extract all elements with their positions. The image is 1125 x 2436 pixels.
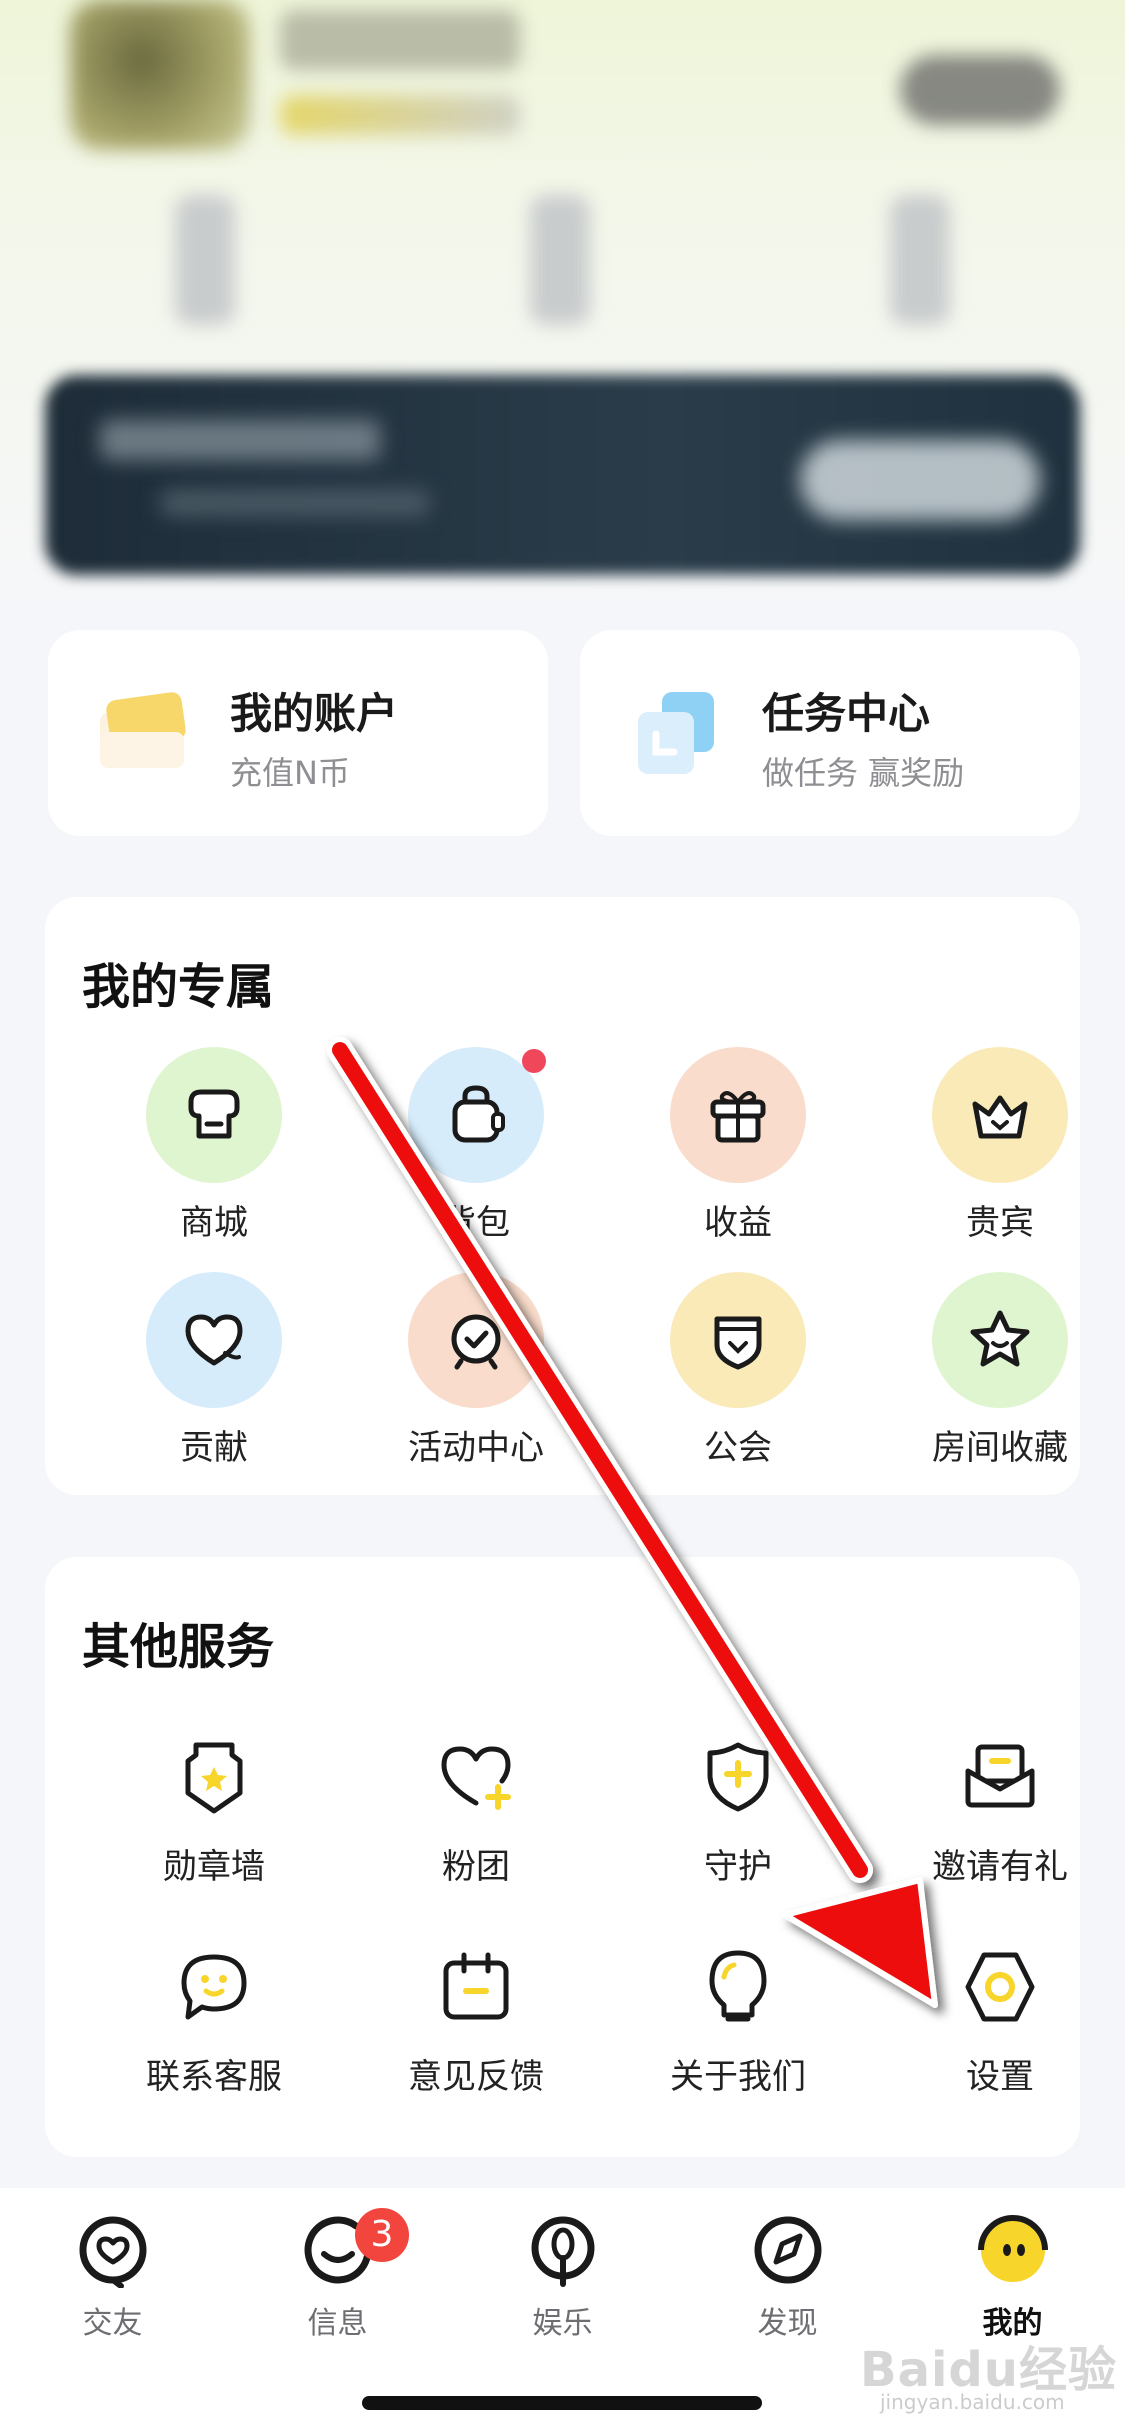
- task-center-card[interactable]: 任务中心 做任务 赢奖励: [580, 630, 1080, 836]
- exclusive-item-shop[interactable]: 商城: [84, 1047, 344, 1244]
- tab-messages[interactable]: 信息 3: [225, 2208, 450, 2342]
- user-avatar[interactable]: [70, 0, 250, 150]
- service-item-invite[interactable]: 邀请有礼: [870, 1727, 1125, 1888]
- tab-label: 娱乐: [532, 2306, 593, 2341]
- service-item-label: 邀请有礼: [932, 1847, 1068, 1887]
- my-account-title: 我的账户: [230, 689, 399, 738]
- baidu-watermark-url: jingyan.baidu.com: [880, 2390, 1065, 2414]
- medal-icon: [185, 1742, 243, 1814]
- stat-fans-blurred[interactable]: [530, 195, 590, 325]
- shop-icon: [188, 1089, 240, 1139]
- heart-icon: [185, 1314, 243, 1366]
- exclusive-item-label: 公会: [704, 1428, 772, 1468]
- settings-hexagon-icon: [965, 1952, 1035, 2022]
- service-item-label: 设置: [966, 2057, 1034, 2097]
- service-item-feedback[interactable]: 意见反馈: [346, 1937, 606, 2098]
- other-services-title: 其他服务: [82, 1619, 275, 1675]
- stat-following-blurred[interactable]: [175, 195, 235, 325]
- my-account-card[interactable]: 我的账户 充值N币: [48, 630, 548, 836]
- task-center-subtitle: 做任务 赢奖励: [762, 754, 965, 792]
- exclusive-section: 我的专属 商城 背包 收益 贵宾 贡献 活动中心 公会 房间收藏: [45, 897, 1080, 1495]
- exclusive-section-title: 我的专属: [82, 959, 275, 1015]
- feedback-calendar-icon: [443, 1952, 509, 2020]
- tab-me[interactable]: 我的: [900, 2212, 1125, 2342]
- exclusive-item-earnings[interactable]: 收益: [608, 1047, 868, 1244]
- home-indicator[interactable]: [362, 2396, 762, 2410]
- fan-heart-icon: [441, 1746, 511, 1810]
- service-item-label: 守护: [704, 1847, 772, 1887]
- exclusive-item-label: 贡献: [180, 1428, 248, 1468]
- exclusive-item-room-favorites[interactable]: 房间收藏: [870, 1272, 1125, 1469]
- tab-label: 信息: [307, 2306, 368, 2341]
- compass-icon: [754, 2216, 821, 2284]
- exclusive-item-label: 房间收藏: [932, 1428, 1068, 1468]
- profile-face-icon: [977, 2215, 1048, 2282]
- my-account-subtitle: 充值N币: [230, 754, 350, 792]
- exclusive-item-guild[interactable]: 公会: [608, 1272, 868, 1469]
- user-name-blurred: [280, 10, 520, 70]
- tab-label: 交友: [82, 2306, 143, 2341]
- tab-friends[interactable]: 交友: [0, 2212, 225, 2342]
- banner-action-button[interactable]: [800, 440, 1040, 520]
- chat-bubble-icon: [181, 1954, 247, 2020]
- other-services-section: 其他服务 勋章墙 粉团 守护 邀请有礼 联系客服 意见反馈 关于我们 设置: [45, 1557, 1080, 2157]
- crown-icon: [972, 1095, 1028, 1139]
- service-item-label: 联系客服: [146, 2057, 282, 2097]
- lightbulb-icon: [709, 1950, 767, 2022]
- exclusive-item-label: 贵宾: [966, 1203, 1034, 1243]
- exclusive-item-label: 活动中心: [408, 1428, 544, 1468]
- service-item-label: 粉团: [442, 1847, 510, 1887]
- task-center-title: 任务中心: [762, 689, 931, 738]
- exclusive-item-label: 收益: [704, 1203, 772, 1243]
- guild-badge-icon: [714, 1316, 762, 1370]
- task-docs-icon: [626, 682, 726, 782]
- activity-clock-icon: [451, 1314, 501, 1370]
- service-item-customer-service[interactable]: 联系客服: [84, 1937, 344, 2098]
- service-item-medal-wall[interactable]: 勋章墙: [84, 1727, 344, 1888]
- unread-count-badge: 3: [355, 2208, 409, 2262]
- gift-box-icon: [710, 1091, 766, 1143]
- tab-entertainment[interactable]: 娱乐: [450, 2212, 675, 2342]
- stat-visitors-blurred[interactable]: [890, 195, 950, 325]
- service-item-fan-group[interactable]: 粉团: [346, 1727, 606, 1888]
- exclusive-item-label: 背包: [442, 1203, 510, 1243]
- exclusive-item-backpack[interactable]: 背包: [346, 1047, 606, 1244]
- service-item-settings[interactable]: 设置: [870, 1937, 1125, 2098]
- service-item-about-us[interactable]: 关于我们: [608, 1937, 868, 2098]
- exclusive-item-contribution[interactable]: 贡献: [84, 1272, 344, 1469]
- service-item-label: 意见反馈: [408, 2057, 544, 2097]
- user-level-blurred: [280, 95, 520, 135]
- friends-icon: [79, 2216, 146, 2289]
- banner-subtitle-blurred: [160, 490, 430, 516]
- shield-icon: [707, 1742, 769, 1812]
- star-icon: [970, 1310, 1030, 1367]
- tab-discover[interactable]: 发现: [675, 2212, 900, 2342]
- new-notification-dot: [522, 1049, 546, 1073]
- exclusive-item-vip[interactable]: 贵宾: [870, 1047, 1125, 1244]
- entertainment-icon: [531, 2216, 594, 2287]
- service-item-guard[interactable]: 守护: [608, 1727, 868, 1888]
- exclusive-item-activity-center[interactable]: 活动中心: [346, 1272, 606, 1469]
- backpack-icon: [452, 1085, 505, 1143]
- exclusive-item-label: 商城: [180, 1203, 248, 1243]
- service-item-label: 关于我们: [670, 2057, 806, 2097]
- service-item-label: 勋章墙: [163, 1847, 265, 1887]
- wallet-card-icon: [94, 682, 194, 782]
- invite-envelope-icon: [965, 1744, 1035, 1808]
- profile-button-blurred[interactable]: [900, 55, 1060, 125]
- banner-title-blurred: [100, 420, 380, 460]
